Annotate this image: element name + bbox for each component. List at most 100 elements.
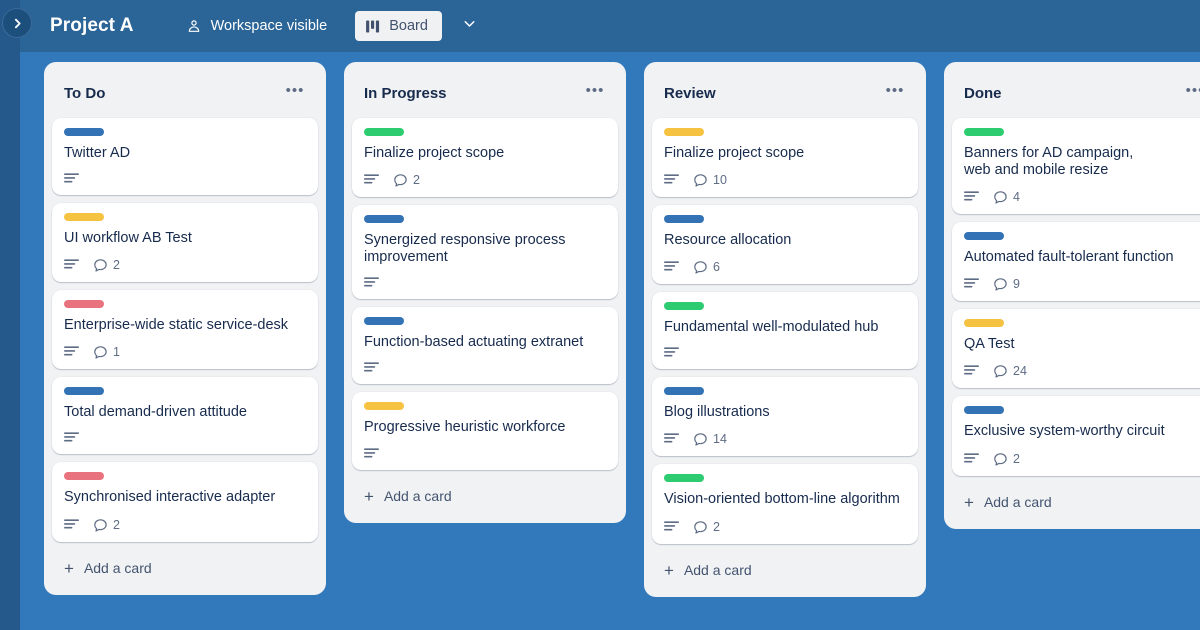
- card-label-chip[interactable]: [664, 128, 704, 136]
- card-label-chip[interactable]: [664, 474, 704, 483]
- board-card[interactable]: Automated fault-tolerant function 9: [952, 222, 1200, 302]
- description-badge: [664, 433, 679, 445]
- card-label-chip[interactable]: [64, 213, 104, 222]
- card-label-chip[interactable]: [64, 472, 104, 481]
- board-card[interactable]: Finalize project scope 10: [652, 118, 918, 198]
- board-card[interactable]: UI workflow AB Test 2: [52, 203, 318, 283]
- board-card[interactable]: Twitter AD: [52, 118, 318, 196]
- card-label-chip[interactable]: [364, 402, 404, 411]
- comment-badge: 14: [693, 432, 727, 446]
- card-label-chip[interactable]: [364, 215, 404, 224]
- list-actions-icon[interactable]: •••: [1182, 80, 1200, 106]
- card-labels: [364, 128, 606, 136]
- card-label-chip[interactable]: [364, 317, 404, 326]
- add-card-button[interactable]: + Add a card: [352, 478, 618, 515]
- board-canvas: To Do ••• Twitter AD UI workflow AB Test 2 En…: [20, 52, 1200, 630]
- card-badges: 9: [964, 277, 1200, 291]
- add-card-button[interactable]: + Add a card: [952, 484, 1200, 521]
- board-card[interactable]: Blog illustrations 14: [652, 377, 918, 457]
- comment-icon: [693, 173, 708, 187]
- card-title: Automated fault-tolerant function: [964, 249, 1200, 266]
- card-labels: [64, 387, 306, 396]
- description-badge: [64, 259, 79, 271]
- card-title-line: Progressive heuristic workforce: [364, 419, 566, 436]
- card-label-chip[interactable]: [964, 232, 1004, 241]
- description-badge: [364, 174, 379, 186]
- description-icon: [964, 452, 979, 465]
- card-label-chip[interactable]: [664, 387, 704, 396]
- card-label-chip[interactable]: [664, 215, 704, 224]
- card-title: Finalize project scope: [364, 145, 606, 162]
- comment-badge: 2: [93, 258, 120, 272]
- card-title-line: Automated fault-tolerant function: [964, 249, 1174, 266]
- board-card[interactable]: Exclusive system-worthy circuit 2: [952, 396, 1200, 476]
- board-card[interactable]: QA Test 24: [952, 309, 1200, 389]
- list-title[interactable]: To Do: [64, 85, 105, 102]
- board-card[interactable]: Synergized responsive process improvement: [352, 205, 618, 300]
- description-badge: [964, 191, 979, 203]
- card-title-line: Banners for AD campaign,: [964, 145, 1134, 161]
- board-view-dropdown-button[interactable]: [456, 12, 484, 40]
- card-label-chip[interactable]: [964, 128, 1004, 136]
- comment-icon: [993, 190, 1008, 204]
- board-top-bar: Project A Workspace visible Board: [20, 0, 1200, 52]
- list-title[interactable]: Done: [964, 85, 1002, 102]
- card-title: UI workflow AB Test: [64, 230, 306, 247]
- card-labels: [64, 300, 306, 309]
- add-card-label: Add a card: [683, 562, 752, 579]
- add-card-button[interactable]: + Add a card: [652, 552, 918, 589]
- card-labels: [64, 128, 306, 136]
- description-icon: [964, 278, 979, 290]
- sidebar-toggle-button[interactable]: [2, 8, 32, 38]
- card-title: Enterprise-wide static service-desk: [64, 317, 306, 334]
- card-badges: 2: [964, 452, 1200, 466]
- description-badge: [664, 261, 679, 273]
- description-icon: [364, 362, 379, 374]
- comment-icon: [93, 258, 108, 272]
- left-sidebar-rail: [0, 0, 20, 630]
- list-title[interactable]: Review: [664, 85, 716, 102]
- description-icon: [664, 433, 679, 445]
- comment-count: 2: [113, 517, 120, 532]
- description-icon: [364, 447, 379, 460]
- list-actions-icon[interactable]: •••: [282, 80, 308, 106]
- page-title[interactable]: Project A: [50, 15, 134, 37]
- board-columns-icon: [366, 19, 381, 33]
- comment-badge: 4: [993, 190, 1020, 204]
- board-card[interactable]: Enterprise-wide static service-desk 1: [52, 290, 318, 370]
- card-label-chip[interactable]: [64, 300, 104, 309]
- board-card[interactable]: Banners for AD campaign, web and mobile r…: [952, 118, 1200, 215]
- board-card[interactable]: Function-based actuating extranet: [352, 307, 618, 385]
- card-title: Twitter AD: [64, 145, 306, 162]
- card-label-chip[interactable]: [64, 128, 104, 136]
- workspace-visible-icon: [186, 18, 202, 34]
- description-icon: [664, 520, 679, 533]
- board-card[interactable]: Total demand-driven attitude: [52, 377, 318, 455]
- board-list: To Do ••• Twitter AD UI workflow AB Test 2 En…: [44, 62, 326, 595]
- list-actions-icon[interactable]: •••: [882, 80, 908, 106]
- board-view-button[interactable]: Board: [355, 11, 442, 41]
- board-card[interactable]: Progressive heuristic workforce: [352, 392, 618, 470]
- description-badge: [64, 518, 79, 531]
- board-card[interactable]: Synchronised interactive adapter 2: [52, 462, 318, 542]
- board-list: Done ••• Banners for AD campaign,web and m…: [944, 62, 1200, 529]
- card-label-chip[interactable]: [664, 302, 704, 311]
- card-label-chip[interactable]: [964, 406, 1004, 415]
- card-label-chip[interactable]: [364, 128, 404, 136]
- chevron-down-icon: [461, 15, 478, 37]
- card-title-line: Fundamental well-modulated hub: [664, 319, 879, 336]
- list-actions-icon[interactable]: •••: [582, 80, 608, 106]
- workspace-visibility-button[interactable]: Workspace visible: [178, 13, 336, 39]
- board-card[interactable]: Vision-oriented bottom-line algorithm 2: [652, 464, 918, 544]
- list-title[interactable]: In Progress: [364, 85, 447, 102]
- card-title-line: Finalize project scope: [664, 145, 805, 161]
- add-card-button[interactable]: + Add a card: [52, 550, 318, 587]
- board-card[interactable]: Finalize project scope 2: [352, 118, 618, 198]
- card-label-chip[interactable]: [964, 319, 1004, 328]
- board-card[interactable]: Resource allocation 6: [652, 205, 918, 285]
- card-title-line: Enterprise-wide static service-desk: [64, 317, 289, 334]
- board-card[interactable]: Fundamental well-modulated hub: [652, 292, 918, 370]
- card-labels: [364, 402, 606, 411]
- comment-count: 10: [713, 173, 727, 188]
- card-label-chip[interactable]: [64, 387, 104, 396]
